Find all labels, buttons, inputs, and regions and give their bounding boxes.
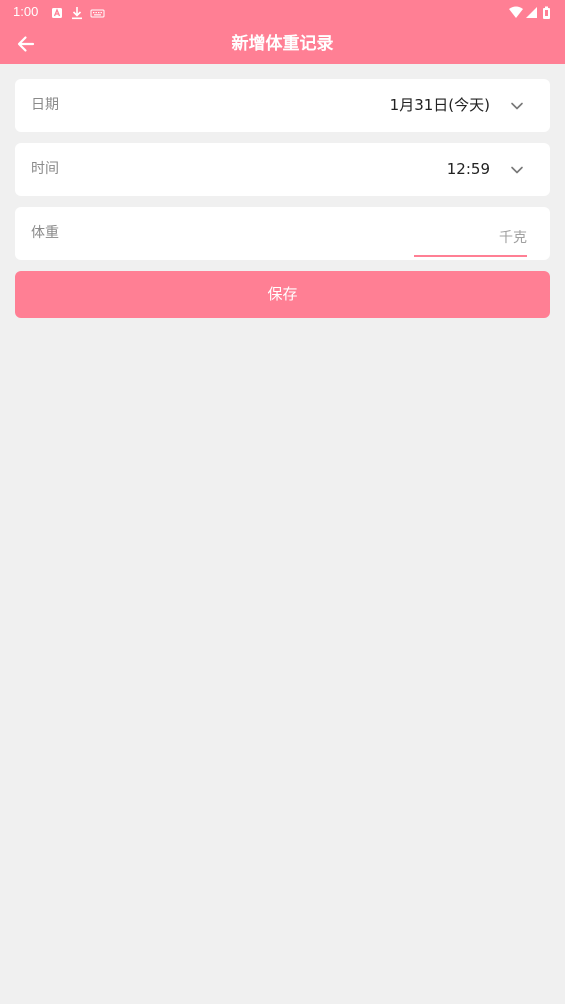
time-label: 时间 [31,161,59,177]
status-icons-left [51,5,111,20]
battery-icon [543,6,550,19]
status-time: 1:00 [13,4,39,19]
chevron-down-icon[interactable] [510,99,524,113]
chevron-down-icon[interactable] [510,163,524,177]
status-icons-right [509,5,553,19]
time-row[interactable]: 时间 12:59 [15,143,550,196]
date-label: 日期 [31,97,59,113]
wifi-icon [509,6,523,18]
weight-input[interactable] [414,221,527,257]
page-title: 新增体重记录 [231,34,334,54]
keyboard-icon [90,9,105,18]
status-bar: 1:00 [0,0,565,24]
app-bar: 新增体重记录 [0,24,565,64]
date-row[interactable]: 日期 1月31日(今天) [15,79,550,132]
save-button[interactable]: 保存 [15,271,550,318]
download-icon [72,7,82,20]
date-value[interactable]: 1月31日(今天) [390,79,490,132]
weight-label: 体重 [31,225,59,241]
time-value[interactable]: 12:59 [447,143,490,196]
signal-icon [526,7,537,18]
weight-row: 体重 [15,207,550,260]
a-icon [52,8,62,18]
